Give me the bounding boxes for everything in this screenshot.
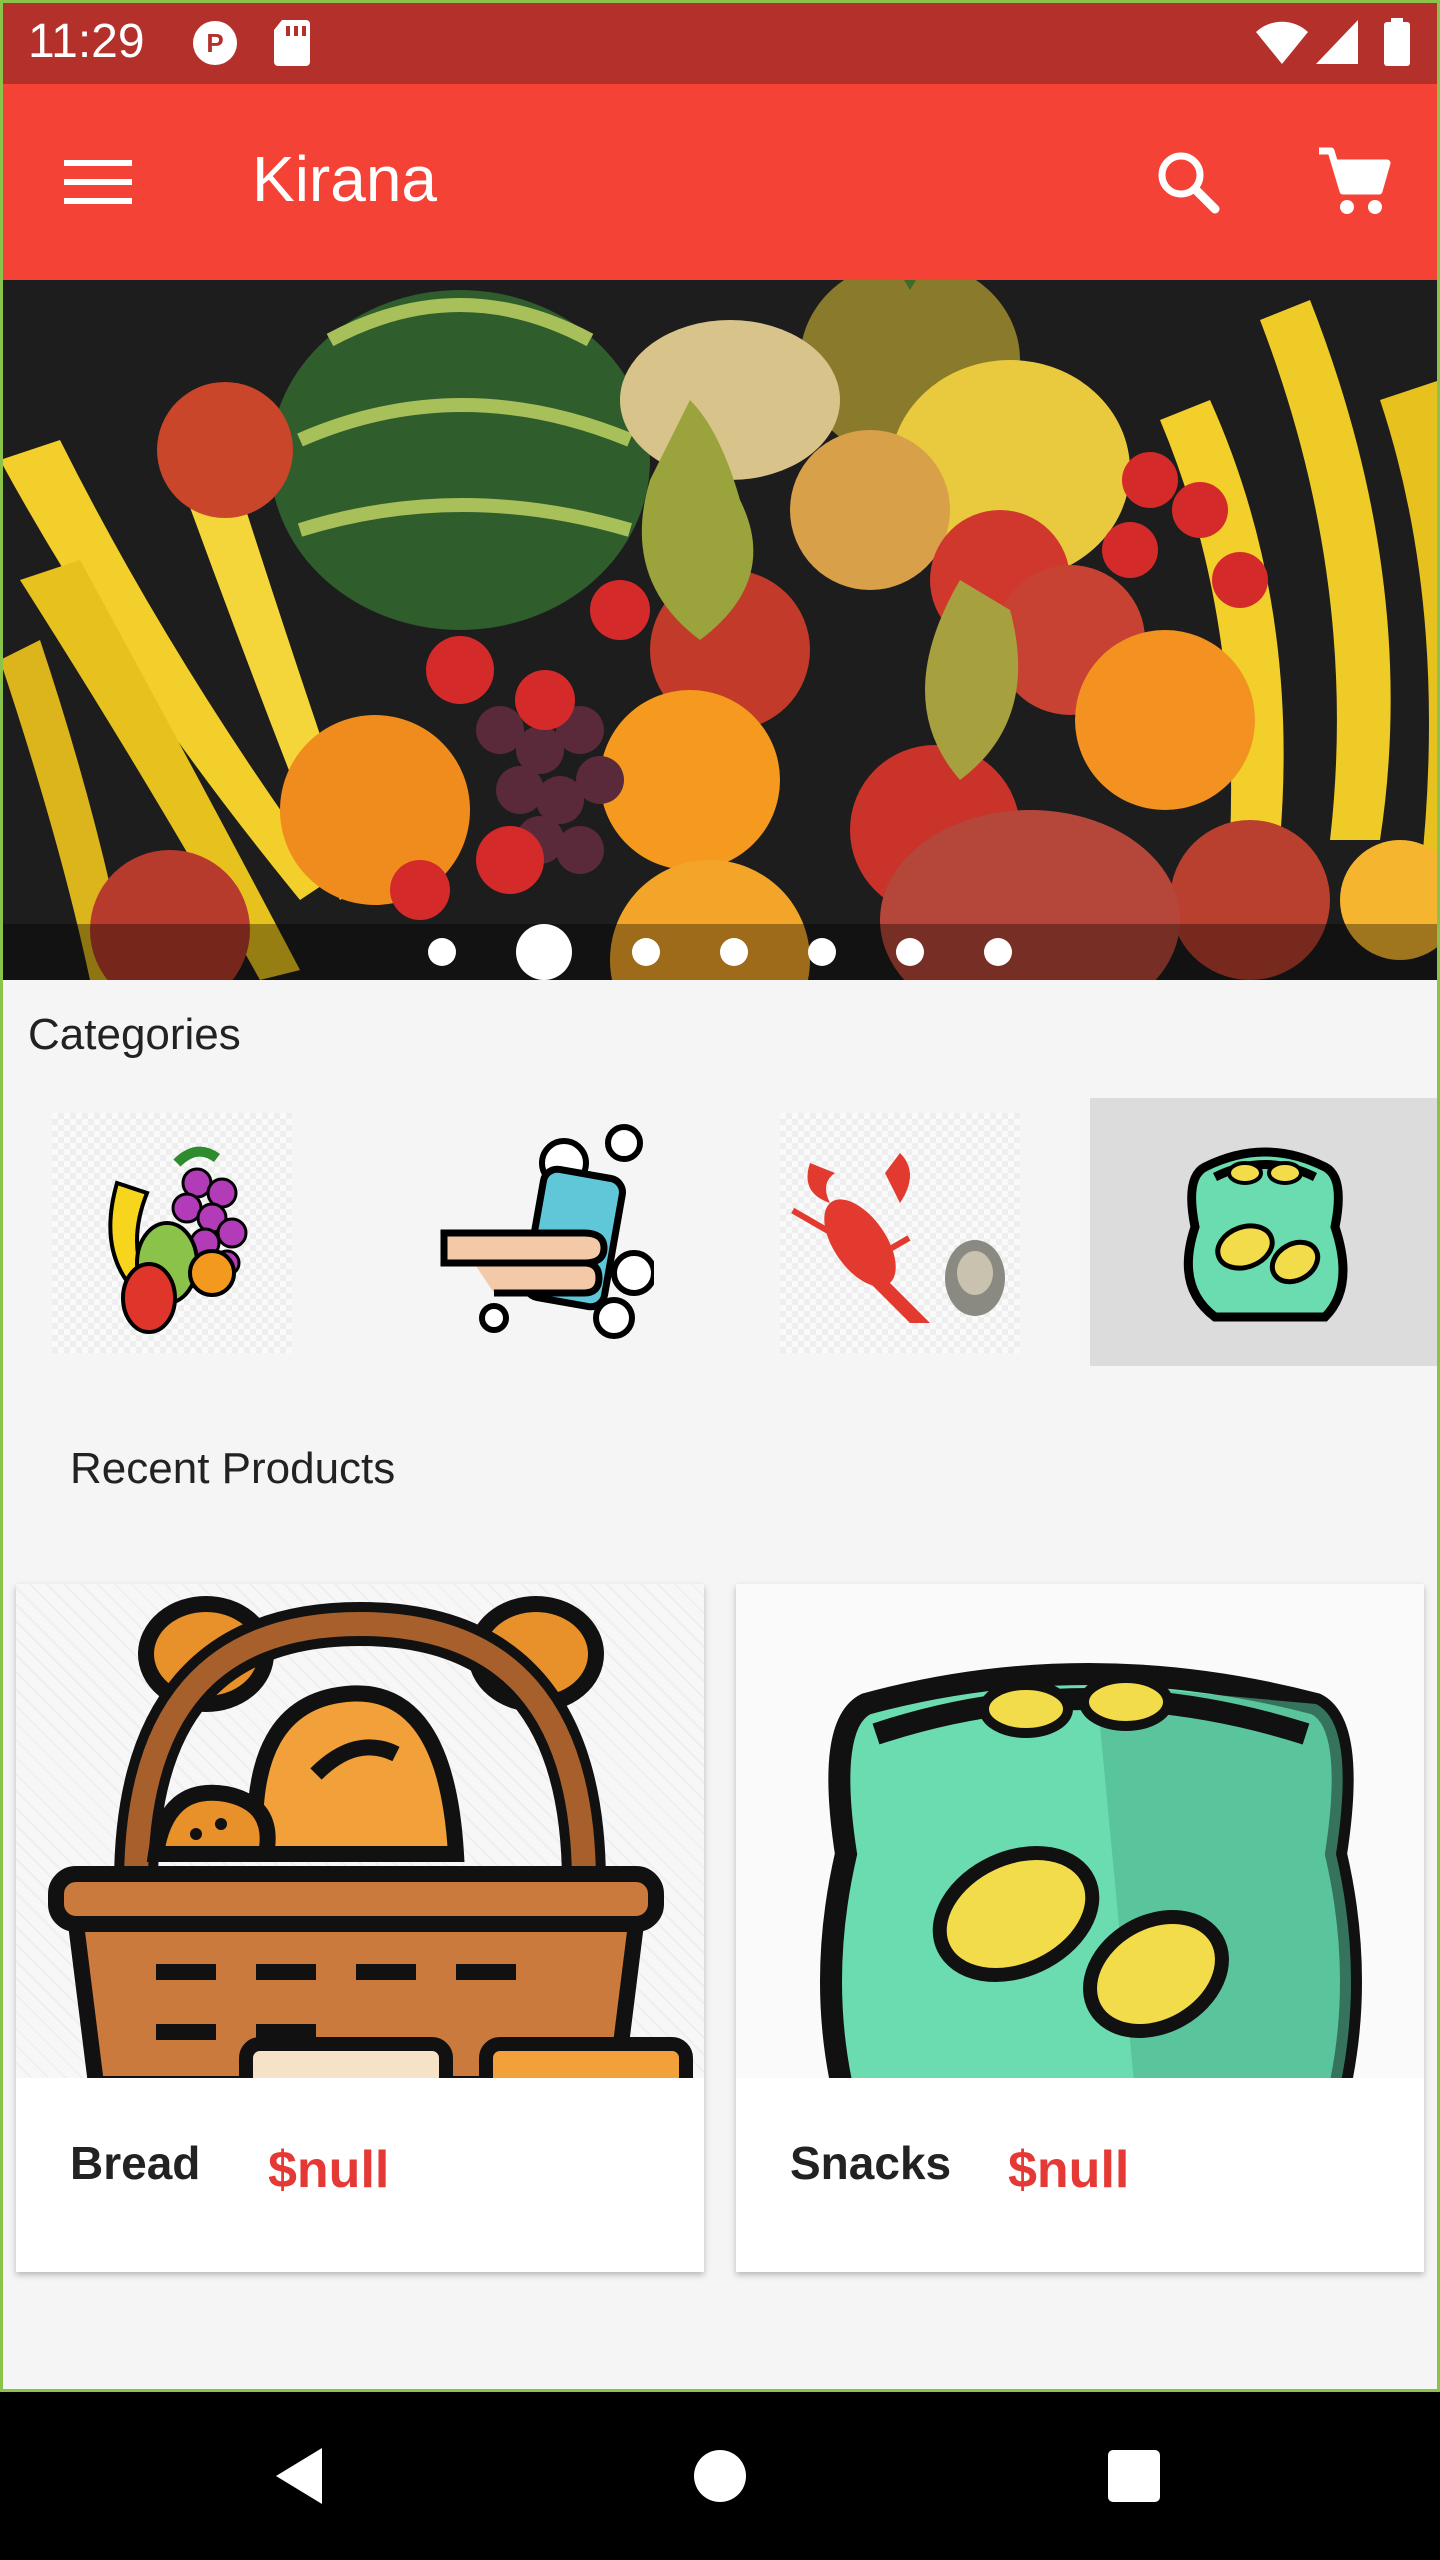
bread-basket-icon <box>48 1596 693 2111</box>
status-bar: 11:29 P <box>0 0 1440 84</box>
menu-button[interactable] <box>48 132 148 232</box>
sd-card-icon <box>272 18 312 73</box>
carousel-dot[interactable] <box>428 938 456 966</box>
product-name: Snacks <box>790 2137 952 2189</box>
category-personal-care[interactable] <box>414 1100 674 1366</box>
app-title: Kirana <box>252 143 437 215</box>
back-button[interactable] <box>260 2436 340 2516</box>
carousel-dot[interactable] <box>984 938 1012 966</box>
hand-wash-icon <box>440 1124 654 1339</box>
banner-carousel[interactable] <box>0 280 1440 980</box>
search-icon <box>1158 152 1220 214</box>
category-seafood[interactable] <box>770 1100 1030 1366</box>
notification-app-icon: P <box>190 18 240 73</box>
home-icon <box>694 2450 746 2502</box>
category-snacks[interactable] <box>1090 1098 1440 1366</box>
snacks-chips-icon <box>1183 1147 1348 1322</box>
status-time: 11:29 <box>28 15 145 68</box>
search-button[interactable] <box>1138 132 1238 232</box>
system-navigation-bar <box>0 2392 1440 2560</box>
categories-title: Categories <box>28 1010 241 1059</box>
carousel-dot[interactable] <box>516 924 572 980</box>
battery-icon <box>1382 18 1412 73</box>
carousel-indicators <box>0 924 1440 980</box>
app-bar: Kirana <box>0 84 1440 280</box>
category-fruits[interactable] <box>42 1100 302 1366</box>
carousel-dot[interactable] <box>720 938 748 966</box>
fruits-icon <box>108 1146 248 1334</box>
product-card-bread[interactable]: Bread $null <box>16 1584 704 2272</box>
svg-text:P: P <box>206 28 223 58</box>
menu-icon <box>64 160 132 204</box>
carousel-dot[interactable] <box>632 938 660 966</box>
cart-button[interactable] <box>1304 132 1404 232</box>
carousel-dot[interactable] <box>896 938 924 966</box>
signal-icon <box>1314 18 1360 71</box>
chips-bag-icon <box>820 1663 1362 2115</box>
product-price: $null <box>268 2141 390 2199</box>
product-name: Bread <box>70 2137 201 2189</box>
product-price: $null <box>1008 2141 1130 2199</box>
recent-products-title: Recent Products <box>70 1444 396 1493</box>
fruits-banner-image <box>0 280 1440 980</box>
recents-button[interactable] <box>1094 2436 1174 2516</box>
recents-icon <box>1108 2450 1160 2502</box>
wifi-icon <box>1254 18 1310 71</box>
carousel-dot[interactable] <box>808 938 836 966</box>
back-icon <box>276 2448 322 2504</box>
home-button[interactable] <box>680 2436 760 2516</box>
cart-icon <box>1319 147 1391 214</box>
product-card-snacks[interactable]: Snacks $null <box>736 1584 1424 2272</box>
seafood-icon <box>791 1153 1005 1323</box>
